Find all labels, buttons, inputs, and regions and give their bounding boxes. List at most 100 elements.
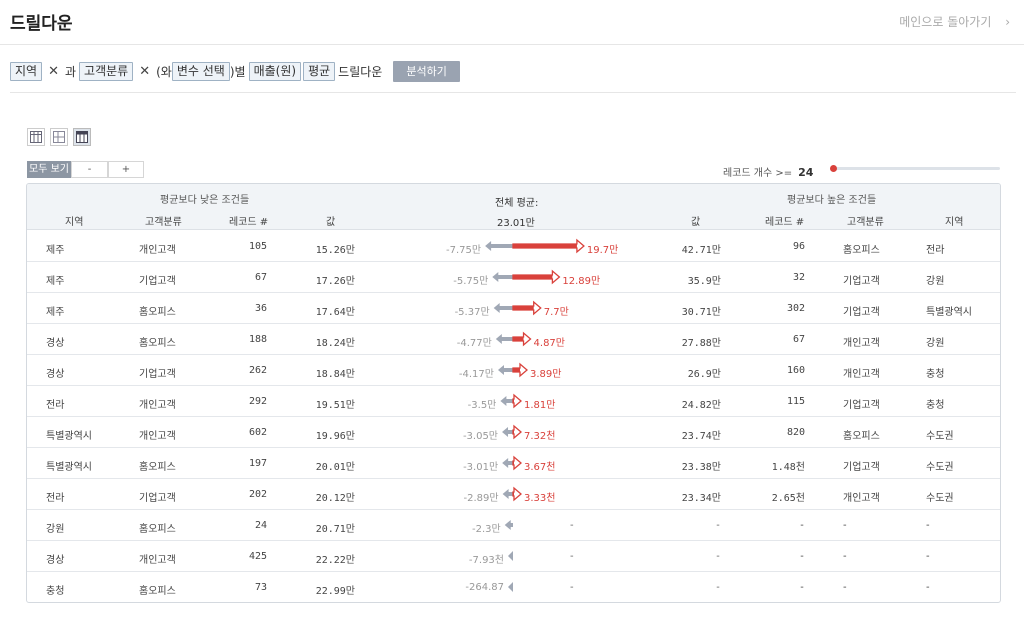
cell-high-segment: - bbox=[843, 582, 847, 593]
lower-group-header: 평균보다 낮은 조건들 bbox=[160, 195, 250, 206]
table-row: 강원 홈오피스 24 20.71만 -2.3만 - - - - - bbox=[27, 510, 1000, 541]
cell-high-region: 수도권 bbox=[926, 431, 954, 442]
cell-high-region: - bbox=[926, 520, 930, 531]
col-header-segment: 고객분류 bbox=[145, 217, 182, 228]
dimension-tag-segment[interactable]: 고객분류 bbox=[79, 61, 134, 81]
cross-icon: ✕ bbox=[48, 63, 59, 79]
cell-high-segment: 기업고객 bbox=[843, 462, 880, 473]
cell-high-value: 27.88만 bbox=[681, 338, 721, 349]
negative-delta-bar bbox=[504, 520, 513, 530]
positive-delta-bar bbox=[513, 461, 514, 465]
positive-delta-bar bbox=[513, 275, 553, 279]
positive-delta-bar bbox=[513, 399, 514, 403]
positive-delta-arrow-outline bbox=[512, 424, 522, 440]
table-row: 제주 개인고객 105 15.26만 -7.75만 19.7만 42.71만 96 홈오피스 전라 bbox=[27, 231, 1000, 262]
cell-high-records: 820 bbox=[786, 427, 805, 438]
show-all-button[interactable]: 모두 보기 bbox=[27, 161, 71, 178]
table-view-icon[interactable] bbox=[27, 128, 45, 146]
col-header-region-high: 지역 bbox=[945, 217, 964, 228]
cell-high-region: 특별광역시 bbox=[926, 307, 972, 318]
positive-delta-label: 12.89만 bbox=[562, 276, 601, 287]
delta-bars bbox=[504, 520, 513, 530]
cell-high-segment: 기업고객 bbox=[843, 400, 880, 411]
cell-high-value: 23.38만 bbox=[681, 462, 721, 473]
query-builder: 지역 ✕ 과 고객분류 ✕ (와 변수 선택 )별 매출(원) 평균 드릴다운 … bbox=[10, 60, 460, 82]
expand-button[interactable]: + bbox=[108, 161, 144, 178]
positive-delta-label: 19.7만 bbox=[586, 245, 619, 256]
table-row: 충청 홈오피스 73 22.99만 -264.87- - - - - bbox=[27, 572, 1000, 602]
col-header-records-high: 레코드 # bbox=[765, 217, 805, 228]
col-header-value-high: 값 bbox=[691, 217, 701, 228]
cell-high-segment: 개인고객 bbox=[843, 338, 880, 349]
cell-high-region: 충청 bbox=[926, 400, 945, 411]
table-header: 평균보다 낮은 조건들 평균보다 높은 조건들 전체 평균: 23.01만 지역… bbox=[27, 184, 1000, 230]
cell-high-records: - bbox=[798, 582, 805, 593]
by-word: )별 bbox=[229, 64, 246, 79]
cell-high-value: 30.71만 bbox=[681, 307, 721, 318]
positive-delta-bar bbox=[513, 306, 534, 310]
cell-high-value: - bbox=[714, 520, 721, 531]
cell-high-region: 충청 bbox=[926, 369, 945, 380]
expand-controls: 모두 보기 - + bbox=[27, 161, 144, 178]
record-count-label: 레코드 개수 >= bbox=[723, 168, 793, 179]
positive-delta-label: 1.81만 bbox=[524, 400, 556, 411]
collapse-button[interactable]: - bbox=[71, 161, 108, 178]
page-header: 드릴다운 메인으로 돌아가기 › bbox=[0, 0, 1024, 45]
analyze-button[interactable]: 분석하기 bbox=[393, 60, 460, 82]
positive-delta-bar bbox=[513, 368, 521, 372]
positive-delta-arrow-outline bbox=[512, 455, 522, 471]
cell-high-segment: - bbox=[843, 551, 847, 562]
record-count-slider-track[interactable] bbox=[832, 167, 1000, 170]
positive-delta-bar bbox=[513, 337, 524, 341]
positive-delta-bar bbox=[513, 244, 577, 248]
dimension-tag-region[interactable]: 지역 bbox=[10, 61, 43, 81]
positive-delta-label: 7.32천 bbox=[524, 431, 556, 442]
cell-high-records: 115 bbox=[786, 396, 805, 407]
table-row: 특별광역시 개인고객 602 19.96만 -3.05만 7.32천 23.74만 820 홈오… bbox=[27, 417, 1000, 448]
record-count-value: 24 bbox=[798, 166, 814, 179]
cell-high-segment: 홈오피스 bbox=[843, 245, 880, 256]
table-row: 경상 개인고객 425 22.22만 -7.93천 - - - - - bbox=[27, 541, 1000, 572]
positive-delta-arrow-outline bbox=[512, 393, 522, 409]
cell-high-records: - bbox=[798, 551, 805, 562]
cell-high-records: 96 bbox=[792, 241, 805, 252]
overall-average-value: 23.01만 bbox=[497, 218, 535, 229]
cell-high-value: 42.71만 bbox=[681, 245, 721, 256]
positive-delta-bar bbox=[513, 430, 514, 434]
cell-high-region: 수도권 bbox=[926, 493, 954, 504]
positive-delta-label: 4.87만 bbox=[533, 338, 565, 349]
record-count-slider-handle[interactable] bbox=[830, 165, 837, 172]
join-word: 과 bbox=[65, 64, 77, 79]
cell-high-value: 26.9만 bbox=[687, 369, 721, 380]
table-row: 제주 기업고객 67 17.26만 -5.75만 12.89만 35.9만 32 기업고객 강원 bbox=[27, 262, 1000, 293]
cell-high-value: 23.34만 bbox=[681, 493, 721, 504]
measure-tag[interactable]: 매출(원) bbox=[248, 61, 302, 81]
negative-delta-bar bbox=[508, 582, 513, 592]
positive-delta-label: 3.89만 bbox=[530, 369, 562, 380]
cell-high-value: 35.9만 bbox=[687, 276, 721, 287]
positive-delta-label: - bbox=[570, 551, 574, 562]
cross-icon: ✕ bbox=[139, 63, 151, 79]
negative-delta-bar bbox=[493, 303, 513, 313]
cell-high-records: 160 bbox=[786, 365, 805, 376]
variable-select-tag[interactable]: 변수 선택 bbox=[171, 61, 230, 81]
aggregate-tag[interactable]: 평균 bbox=[303, 61, 336, 81]
table-row: 특별광역시 홈오피스 197 20.01만 -3.01만 3.67천 23.38만 1.48천… bbox=[27, 448, 1000, 479]
negative-delta-bar bbox=[502, 489, 513, 499]
cell-high-segment: 개인고객 bbox=[843, 369, 880, 380]
cell-high-records: 302 bbox=[786, 303, 805, 314]
table-row: 경상 기업고객 262 18.84만 -4.17만 3.89만 26.9만 160 개인고객 충청 bbox=[27, 355, 1000, 386]
table-row: 경상 홈오피스 188 18.24만 -4.77만 4.87만 27.88만 67 개인고객 강원 bbox=[27, 324, 1000, 355]
higher-group-header: 평균보다 높은 조건들 bbox=[787, 195, 877, 206]
drilldown-view-icon[interactable] bbox=[73, 128, 91, 146]
cell-high-value: 23.74만 bbox=[681, 431, 721, 442]
chevron-right-icon: › bbox=[1005, 15, 1010, 29]
cell-high-value: - bbox=[714, 551, 721, 562]
delta-bars bbox=[508, 582, 513, 592]
table-row: 전라 개인고객 292 19.51만 -3.5만 1.81만 24.82만 115 기업고객 충청 bbox=[27, 386, 1000, 417]
positive-delta-arrow-outline bbox=[512, 486, 522, 502]
split-view-icon[interactable] bbox=[50, 128, 68, 146]
open-paren-word: (와 bbox=[156, 64, 172, 79]
positive-delta-label: - bbox=[570, 520, 574, 531]
back-to-main-link[interactable]: 메인으로 돌아가기 › bbox=[899, 13, 1010, 30]
